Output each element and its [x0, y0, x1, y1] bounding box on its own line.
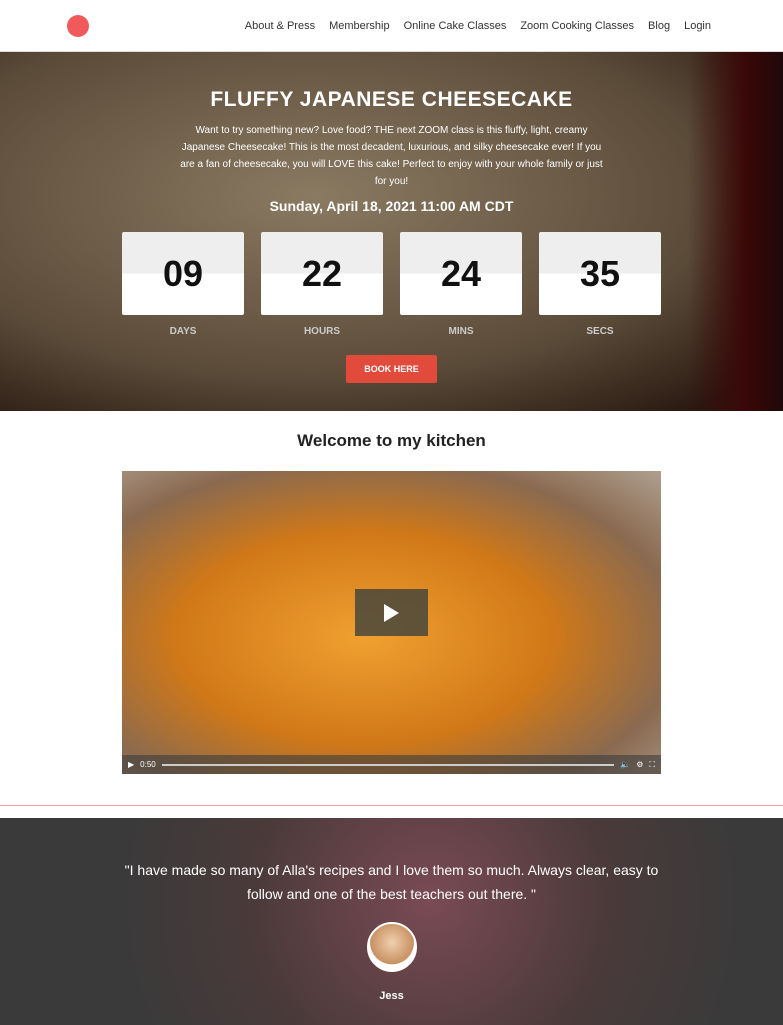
nav-blog[interactable]: Blog: [648, 20, 670, 32]
video-controls: ▶ 0:50 🔈 ⚙ ⛶: [122, 755, 661, 774]
event-date: Sunday, April 18, 2021 11:00 AM CDT: [269, 198, 514, 214]
testimonial-quote: "I have made so many of Alla's recipes a…: [124, 862, 659, 902]
volume-icon[interactable]: 🔈: [620, 760, 630, 769]
nav-about-press[interactable]: About & Press: [245, 20, 315, 32]
nav-zoom-cooking-classes[interactable]: Zoom Cooking Classes: [520, 20, 634, 32]
book-here-button[interactable]: BOOK HERE: [346, 355, 437, 383]
nav-membership[interactable]: Membership: [329, 20, 390, 32]
testimonial-section: "I have made so many of Alla's recipes a…: [0, 818, 783, 1025]
hero-title: FLUFFY JAPANESE CHEESECAKE: [210, 88, 573, 111]
section-title: Welcome to my kitchen: [297, 431, 486, 450]
nav-online-cake-classes[interactable]: Online Cake Classes: [404, 20, 507, 32]
hero-description: Want to try something new? Love food? TH…: [180, 125, 603, 187]
video-player[interactable]: ▶ 0:50 🔈 ⚙ ⛶: [122, 471, 661, 774]
testimonial-name: Jess: [379, 990, 404, 1002]
countdown-secs: 35 SECS: [539, 232, 661, 337]
site-logo[interactable]: [67, 14, 89, 37]
video-time: 0:50: [140, 760, 156, 769]
header-nav: About & Press Membership Online Cake Cla…: [0, 0, 783, 52]
countdown-days: 09 DAYS: [122, 232, 244, 337]
countdown: 09 DAYS 22 HOURS 24 MINS 35 SECS: [0, 232, 783, 337]
main-menu: About & Press Membership Online Cake Cla…: [245, 20, 711, 32]
play-icon[interactable]: ▶: [128, 760, 134, 769]
nav-login[interactable]: Login: [684, 20, 711, 32]
countdown-hours: 22 HOURS: [261, 232, 383, 337]
countdown-mins: 24 MINS: [400, 232, 522, 337]
hero-section: FLUFFY JAPANESE CHEESECAKE Want to try s…: [0, 52, 783, 411]
settings-icon[interactable]: ⚙: [636, 760, 643, 769]
divider: [0, 805, 783, 806]
fullscreen-icon[interactable]: ⛶: [649, 760, 655, 770]
progress-scrubber[interactable]: [161, 763, 615, 766]
avatar: [366, 922, 417, 972]
play-button[interactable]: [355, 589, 428, 636]
